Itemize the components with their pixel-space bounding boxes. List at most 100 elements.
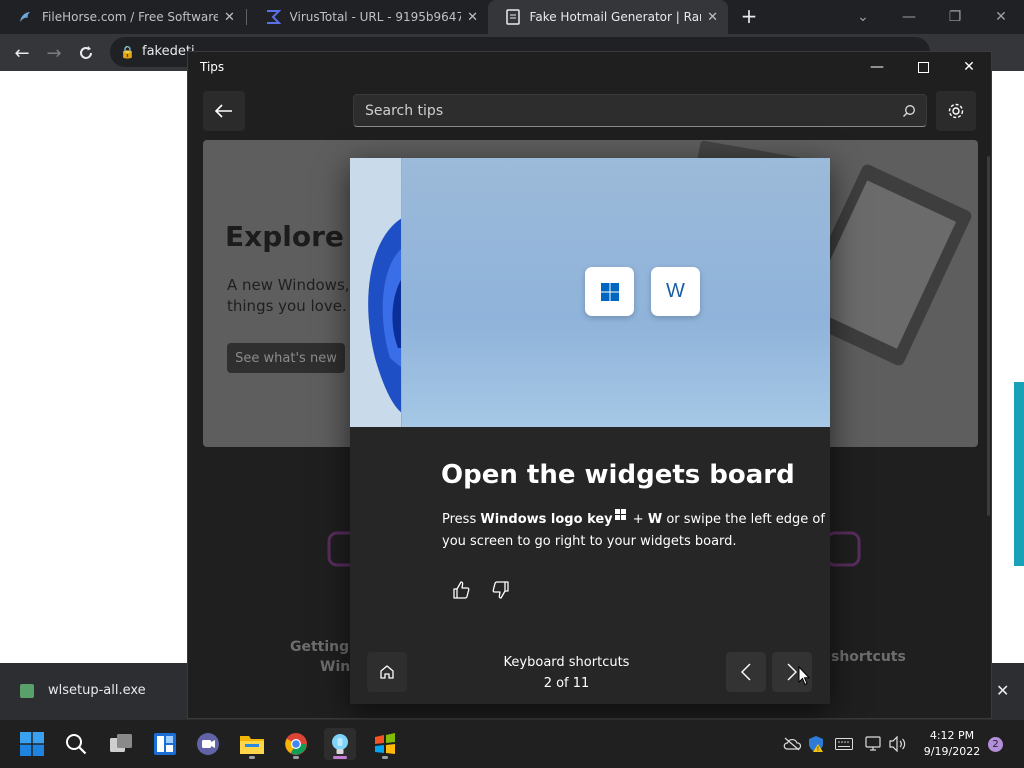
keyboard-icon[interactable] — [834, 734, 854, 754]
page-accent-strip — [1014, 382, 1024, 566]
page-favicon-icon — [504, 8, 522, 26]
notification-badge[interactable]: 2 — [988, 737, 1003, 752]
chevron-left-icon — [741, 663, 751, 681]
card-label: shortcuts — [831, 649, 906, 665]
tips-app-button[interactable] — [324, 728, 356, 760]
chrome-button[interactable] — [280, 728, 312, 760]
mouse-cursor-icon — [798, 666, 810, 686]
running-indicator — [382, 756, 388, 759]
back-arrow-icon — [215, 104, 232, 118]
browser-tab-strip: FileHorse.com / Free Software Do ✕ Virus… — [0, 0, 1024, 34]
hero-text: A new Windows, things you love. — [227, 276, 350, 315]
tip-title: Open the widgets board — [441, 460, 795, 490]
windows-live-installer-icon — [375, 733, 395, 754]
windows-logo-icon — [600, 282, 619, 301]
gear-icon — [948, 103, 964, 119]
windows-logo-icon — [20, 732, 44, 756]
see-whats-new-button[interactable]: See what's new — [227, 343, 345, 373]
thumbs-down-icon[interactable] — [489, 578, 513, 602]
close-tab-icon[interactable]: ✕ — [224, 10, 235, 25]
search-icon[interactable] — [902, 103, 916, 122]
windows-logo-icon — [614, 509, 627, 521]
previous-tip-button[interactable] — [726, 652, 766, 692]
home-button[interactable] — [367, 652, 407, 692]
active-indicator — [333, 756, 347, 759]
tab-fake-hotmail[interactable]: Fake Hotmail Generator | Random ✕ — [488, 0, 728, 34]
search-placeholder: Search tips — [365, 103, 444, 119]
search-input[interactable]: Search tips — [353, 94, 927, 127]
folder-icon — [240, 736, 264, 754]
back-arrow-icon[interactable]: ← — [8, 39, 36, 67]
virustotal-favicon-icon — [264, 8, 282, 26]
running-indicator — [249, 756, 255, 759]
widgets-button[interactable] — [149, 728, 181, 760]
tab-search-icon[interactable]: ⌄ — [840, 0, 886, 34]
file-explorer-button[interactable] — [236, 728, 268, 760]
thumbs-up-icon[interactable] — [449, 578, 473, 602]
taskbar: ! 4:12 PM 9/19/2022 2 — [0, 719, 1024, 768]
tip-dialog: W Open the widgets board Press Windows l… — [350, 158, 830, 704]
tab-title: VirusTotal - URL - 9195b9647f01 — [289, 10, 462, 24]
download-item[interactable]: wlsetup-all.exe — [20, 683, 146, 698]
network-icon[interactable] — [864, 734, 884, 754]
start-button[interactable] — [16, 728, 48, 760]
filehorse-favicon-icon — [16, 8, 34, 26]
scrollbar[interactable] — [987, 156, 990, 516]
teams-chat-icon — [197, 733, 219, 755]
tip-footer: Keyboard shortcuts 2 of 11 — [350, 648, 830, 704]
tab-title: Fake Hotmail Generator | Random — [529, 10, 702, 24]
clock-date: 9/19/2022 — [923, 745, 981, 758]
back-button[interactable] — [203, 91, 245, 131]
close-download-shelf-icon[interactable]: ✕ — [996, 681, 1009, 700]
w-key-label: W — [666, 280, 685, 302]
running-indicator — [293, 756, 299, 759]
clock[interactable]: 4:12 PM 9/19/2022 — [916, 728, 988, 760]
security-warning-icon[interactable]: ! — [806, 734, 826, 754]
chevron-right-icon — [787, 663, 797, 681]
new-tab-button[interactable]: + — [738, 6, 760, 28]
close-tab-icon[interactable]: ✕ — [467, 10, 478, 25]
clock-time: 4:12 PM — [929, 729, 975, 742]
minimize-icon[interactable]: — — [854, 52, 900, 82]
tip-counter: 2 of 11 — [543, 676, 590, 691]
collection-title: Keyboard shortcuts — [503, 655, 630, 670]
close-icon[interactable]: ✕ — [978, 0, 1024, 34]
svg-text:!: ! — [817, 746, 819, 753]
w-key: W — [651, 267, 700, 316]
lightbulb-icon — [332, 734, 348, 754]
tab-separator — [246, 9, 247, 25]
settings-button[interactable] — [936, 91, 976, 131]
task-view-icon — [110, 734, 132, 752]
download-filename: wlsetup-all.exe — [48, 683, 146, 698]
chrome-icon — [285, 733, 307, 755]
installer-file-icon — [20, 683, 34, 698]
task-view-button[interactable] — [105, 728, 137, 760]
teams-chat-button[interactable] — [192, 728, 224, 760]
tip-description: Press Windows logo key + W or swipe the … — [442, 509, 832, 553]
close-icon[interactable]: ✕ — [946, 52, 992, 82]
tab-title: FileHorse.com / Free Software Do — [42, 10, 218, 24]
reload-icon[interactable] — [72, 39, 100, 67]
restore-icon[interactable]: ❐ — [932, 0, 978, 34]
tip-text: + — [628, 512, 648, 527]
minimize-icon[interactable]: — — [886, 0, 932, 34]
tip-text-bold: W — [647, 512, 663, 527]
installer-button[interactable] — [369, 728, 401, 760]
windows-key — [585, 267, 634, 316]
tab-virustotal[interactable]: VirusTotal - URL - 9195b9647f01 ✕ — [248, 0, 488, 34]
home-icon — [380, 665, 394, 679]
volume-icon[interactable] — [888, 734, 908, 754]
tip-illustration: W — [350, 158, 830, 427]
tip-text: Press — [442, 512, 481, 527]
search-button[interactable] — [60, 728, 92, 760]
forward-arrow-icon[interactable]: → — [40, 39, 68, 67]
card-label: Win — [320, 659, 351, 675]
window-title: Tips — [200, 60, 225, 74]
close-tab-icon[interactable]: ✕ — [707, 10, 718, 25]
tab-filehorse[interactable]: FileHorse.com / Free Software Do ✕ — [0, 0, 246, 34]
tip-text-bold: Windows logo key — [480, 512, 613, 527]
widgets-icon — [154, 733, 176, 755]
lock-icon: 🔒 — [120, 45, 135, 59]
maximize-icon[interactable] — [900, 52, 946, 82]
onedrive-offline-icon[interactable] — [782, 734, 802, 754]
